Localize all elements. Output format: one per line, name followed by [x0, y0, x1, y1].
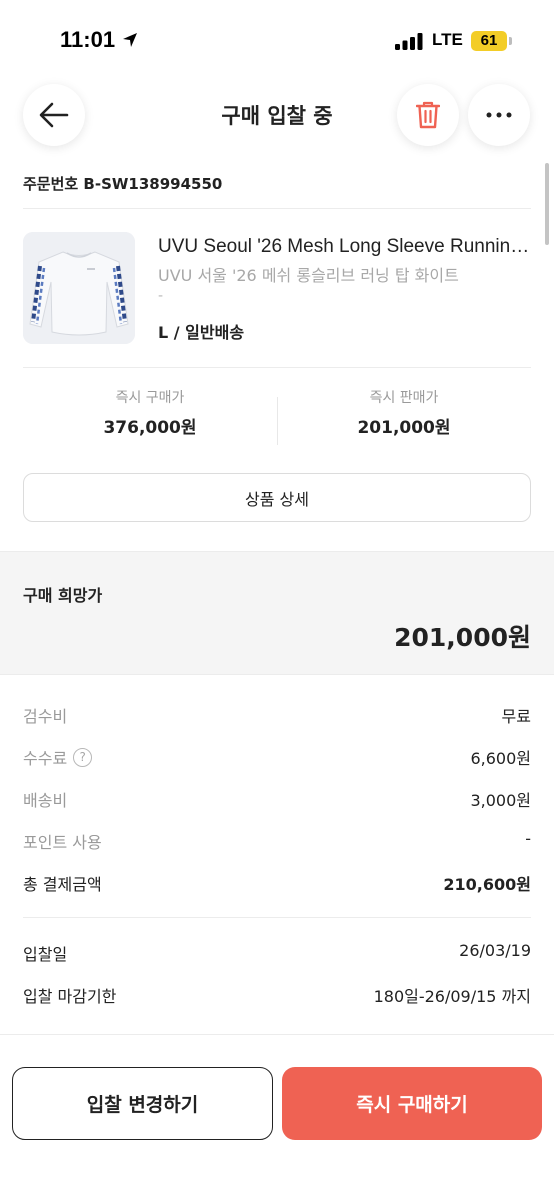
location-arrow-icon — [123, 33, 137, 47]
product-option: L / 일반배송 — [158, 323, 245, 342]
buy-now-button[interactable]: 즉시 구매하기 — [282, 1067, 542, 1140]
commission-label: 수수료 — [23, 749, 68, 768]
product-name-korean: UVU 서울 '26 메쉬 롱슬리브 러닝 탑 화이트 — [158, 266, 459, 285]
divider — [23, 208, 531, 209]
back-button[interactable] — [23, 84, 85, 146]
bid-deadline-value: 180일-26/09/15 까지 — [373, 987, 531, 1006]
shipping-fee-label: 배송비 — [23, 791, 68, 810]
network-type: LTE — [432, 30, 463, 49]
bid-deadline-row: 입찰 마감기한 180일-26/09/15 까지 — [23, 983, 531, 1007]
divider — [23, 917, 531, 918]
points-label: 포인트 사용 — [23, 833, 102, 852]
bid-date-value: 26/03/19 — [459, 941, 531, 960]
shipping-fee-value: 3,000원 — [470, 791, 531, 810]
trash-icon — [416, 101, 440, 129]
change-bid-button[interactable]: 입찰 변경하기 — [12, 1067, 273, 1140]
total-payment-label: 총 결제금액 — [23, 875, 102, 894]
arrow-left-icon — [39, 102, 69, 128]
bid-date-label: 입찰일 — [23, 945, 68, 964]
desired-price-section: 구매 희망가 201,000원 — [0, 551, 554, 675]
points-value: - — [525, 829, 531, 848]
more-horizontal-icon — [486, 112, 512, 118]
scrollbar[interactable] — [545, 163, 549, 245]
delete-button[interactable] — [397, 84, 459, 146]
points-row: 포인트 사용 - — [23, 829, 531, 853]
more-button[interactable] — [468, 84, 530, 146]
instant-buy-label: 즉시 구매가 — [115, 390, 185, 406]
instant-sell-label: 즉시 판매가 — [369, 390, 439, 406]
desired-price-value: 201,000원 — [394, 623, 531, 652]
inspection-fee-value: 무료 — [501, 707, 531, 726]
instant-buy-value: 376,000원 — [103, 418, 197, 438]
product-subinfo: - — [158, 288, 164, 304]
shipping-fee-row: 배송비 3,000원 — [23, 787, 531, 811]
order-number: 주문번호 B-SW138994550 — [23, 175, 223, 193]
status-bar: 11:01 LTE 61 — [0, 0, 554, 84]
bid-deadline-label: 입찰 마감기한 — [23, 987, 117, 1006]
total-payment-row: 총 결제금액 210,600원 — [23, 871, 531, 895]
total-payment-value: 210,600원 — [443, 875, 531, 894]
signal-icon — [395, 33, 423, 50]
commission-row: 수수료 ? 6,600원 — [23, 745, 531, 769]
long-sleeve-shirt-image — [23, 232, 135, 344]
status-time: 11:01 — [60, 27, 116, 52]
question-circle-icon[interactable]: ? — [73, 747, 93, 767]
battery-icon: 61 — [471, 31, 512, 51]
bid-date-row: 입찰일 26/03/19 — [23, 941, 531, 965]
inspection-fee-row: 검수비 무료 — [23, 703, 531, 727]
product-image[interactable] — [23, 232, 135, 344]
battery-level: 61 — [480, 32, 498, 49]
commission-value: 6,600원 — [470, 749, 531, 768]
instant-sell-price: 즉시 판매가 201,000원 — [277, 387, 531, 438]
divider — [23, 367, 531, 368]
product-detail-button[interactable]: 상품 상세 — [23, 473, 531, 522]
instant-buy-price: 즉시 구매가 376,000원 — [23, 387, 277, 438]
product-name[interactable]: UVU Seoul '26 Mesh Long Sleeve Running T… — [158, 236, 531, 258]
desired-price-label: 구매 희망가 — [23, 586, 103, 605]
instant-sell-value: 201,000원 — [357, 418, 451, 438]
inspection-fee-label: 검수비 — [23, 707, 68, 726]
header: 구매 입찰 중 — [0, 84, 554, 146]
